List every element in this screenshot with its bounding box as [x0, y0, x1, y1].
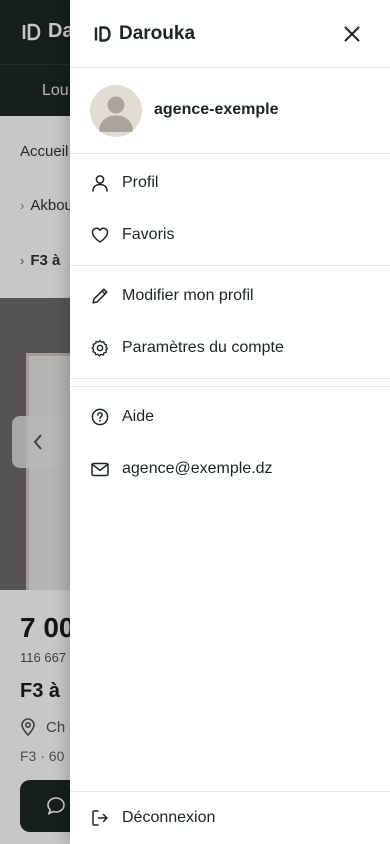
menu-item-label: Aide — [122, 408, 155, 425]
menu-item-label: Modifier mon profil — [122, 287, 254, 304]
user-name: agence-exemple — [154, 101, 279, 118]
heart-icon — [90, 225, 110, 245]
avatar — [90, 85, 142, 137]
menu-item-aide[interactable]: Aide — [70, 391, 390, 443]
menu-item-email[interactable]: agence@exemple.dz — [70, 443, 390, 495]
user-icon — [90, 173, 110, 193]
menu-item-parametres-compte[interactable]: Paramètres du compte — [70, 322, 390, 374]
menu-divider — [70, 378, 390, 379]
logout-label: Déconnexion — [122, 809, 216, 826]
menu-item-label: agence@exemple.dz — [122, 460, 273, 477]
menu-item-label: Paramètres du compte — [122, 339, 284, 356]
logo-icon — [94, 26, 111, 42]
logout-button[interactable]: Déconnexion — [70, 792, 390, 844]
menu-item-profil[interactable]: Profil — [70, 157, 390, 209]
logout-icon — [90, 808, 110, 828]
brand-name: Darouka — [119, 23, 196, 44]
user-profile-row[interactable]: agence-exemple — [70, 68, 390, 154]
menu-item-label: Favoris — [122, 226, 175, 243]
navigation-drawer: Darouka agence-exemple Profil Favoris Mo… — [70, 0, 390, 844]
close-drawer-button[interactable] — [338, 20, 366, 48]
menu-item-favoris[interactable]: Favoris — [70, 209, 390, 261]
drawer-header: Darouka — [70, 0, 390, 68]
pencil-icon — [90, 286, 110, 306]
menu-item-label: Profil — [122, 174, 159, 191]
close-icon — [344, 26, 360, 42]
avatar-placeholder-icon — [99, 96, 133, 132]
mail-icon — [90, 459, 110, 479]
menu-divider — [70, 265, 390, 266]
gear-icon — [90, 338, 110, 358]
help-circle-icon — [90, 407, 110, 427]
brand[interactable]: Darouka — [94, 23, 195, 45]
menu-divider — [70, 386, 390, 387]
menu-item-modifier-profil[interactable]: Modifier mon profil — [70, 270, 390, 322]
